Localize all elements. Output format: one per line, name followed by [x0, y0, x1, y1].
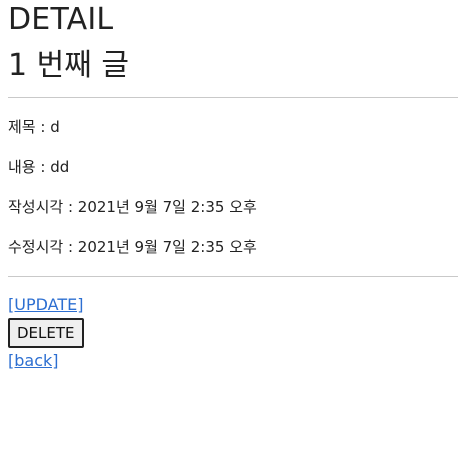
detail-page: DETAIL 1 번째 글 제목 : d 내용 : dd 작성시각 : 2021…	[0, 0, 458, 371]
modified-time-field: 수정시각 : 2021년 9월 7일 2:35 오후	[8, 238, 257, 256]
post-heading: 1 번째 글	[8, 48, 129, 83]
created-time-field: 작성시각 : 2021년 9월 7일 2:35 오후	[8, 198, 257, 216]
page-title: DETAIL	[8, 2, 114, 37]
post-title-field: 제목 : d	[8, 118, 60, 136]
update-link[interactable]: [UPDATE]	[8, 295, 83, 315]
back-link[interactable]: [back]	[8, 351, 59, 371]
delete-button[interactable]: DELETE	[8, 318, 84, 348]
action-area: [UPDATE] DELETE [back]	[8, 277, 458, 371]
post-content-field: 내용 : dd	[8, 158, 70, 176]
